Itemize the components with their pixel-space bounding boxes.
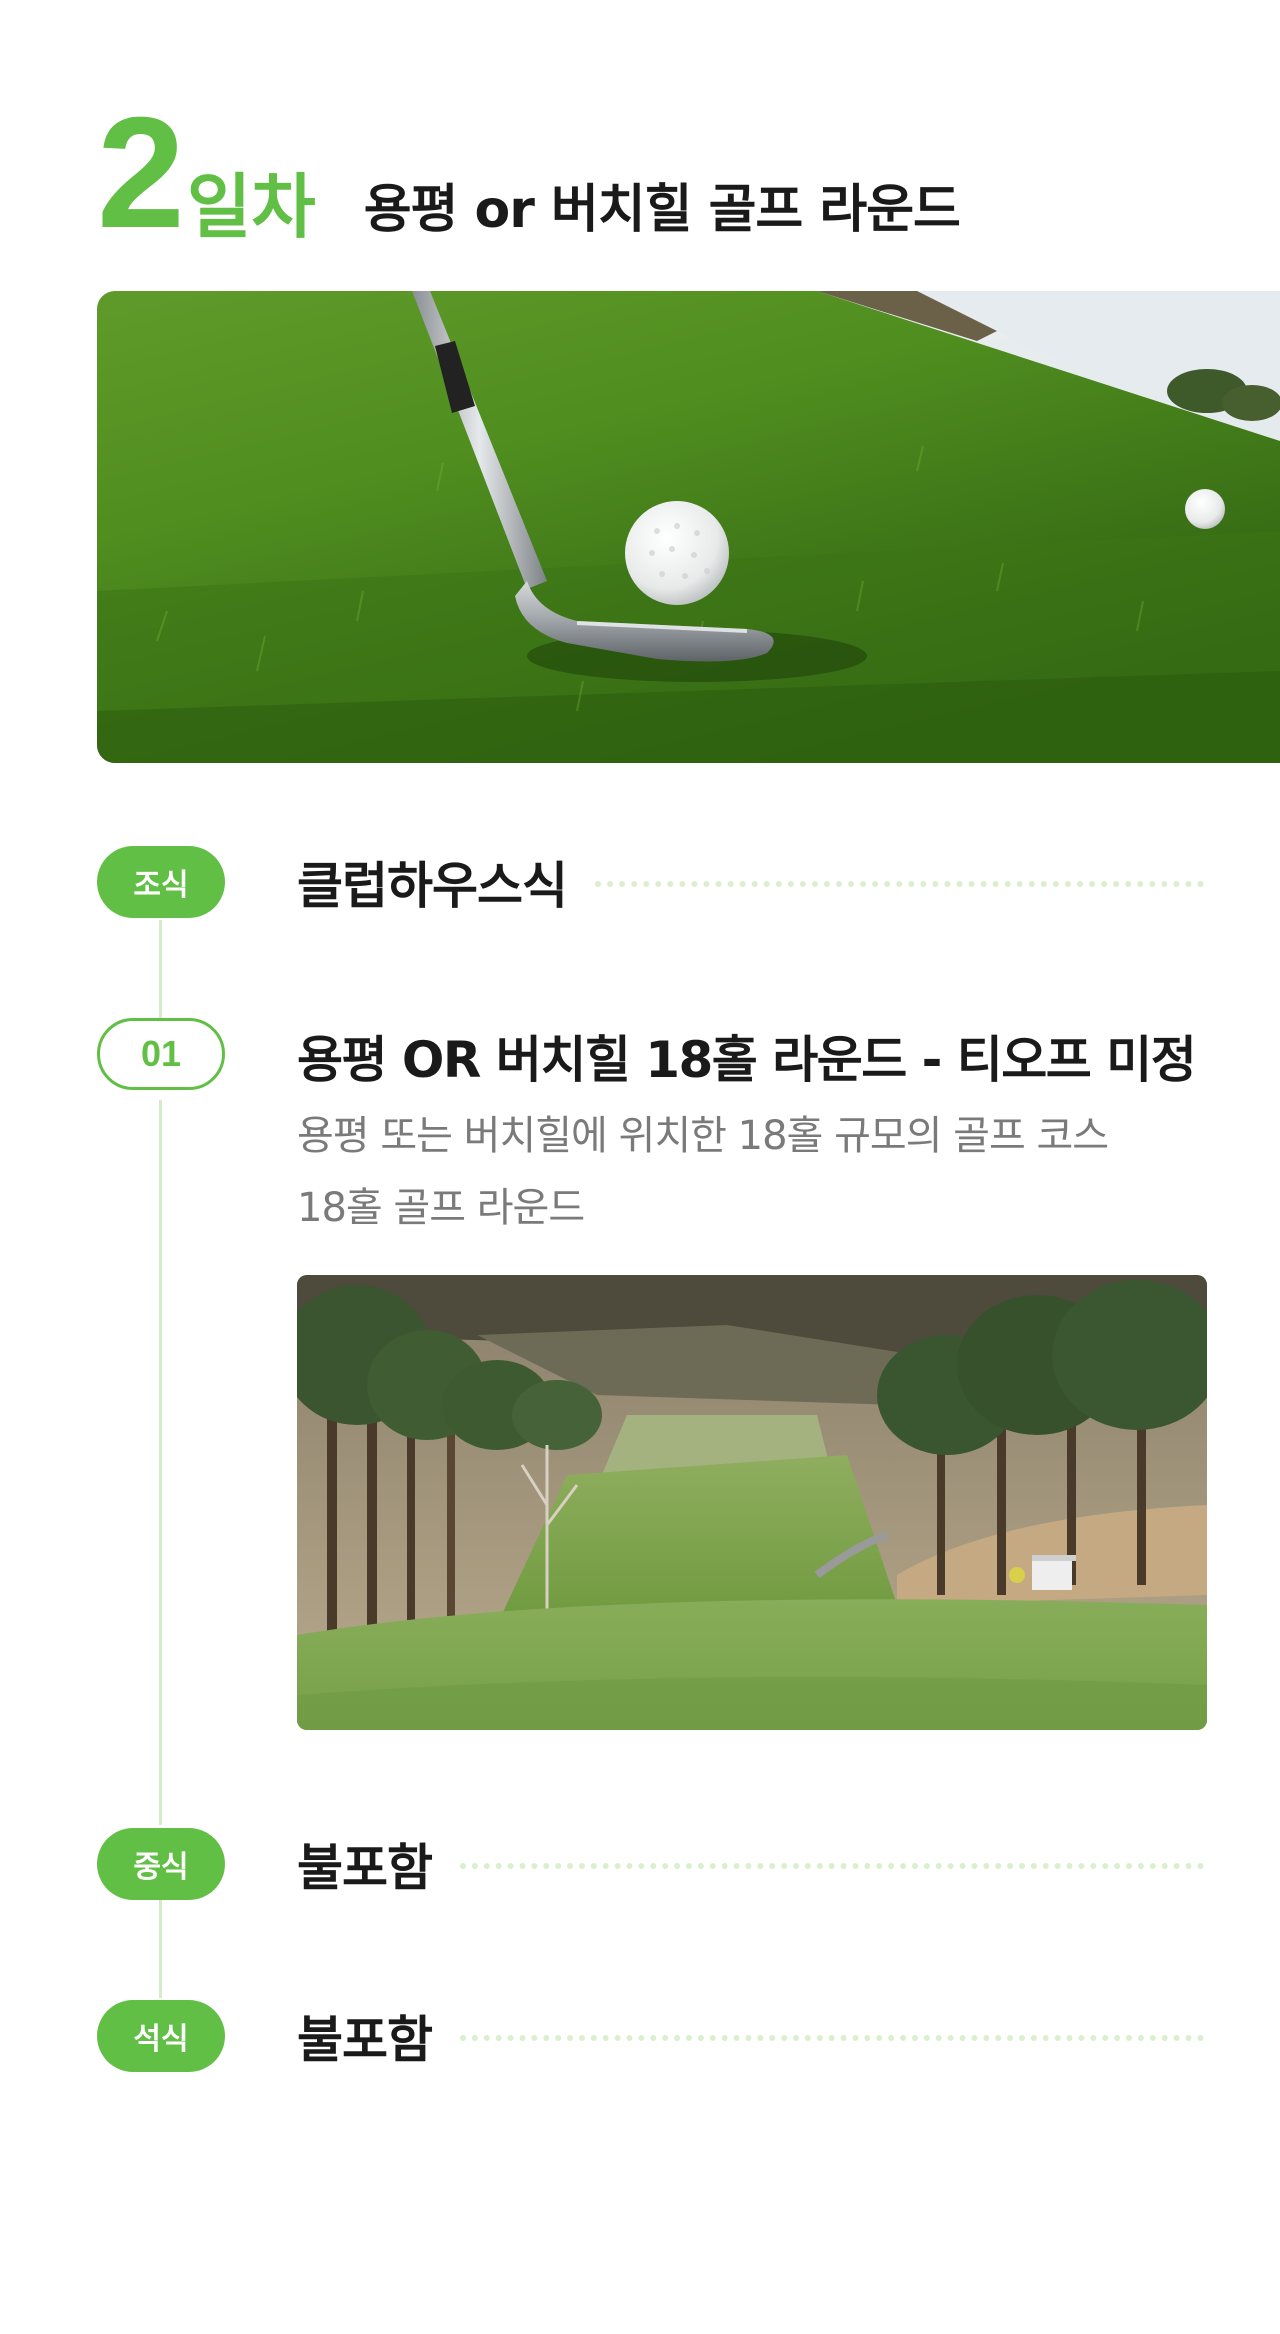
item-description: 용평 또는 버치힐에 위치한 18홀 규모의 골프 코스 18홀 골프 라운드 (297, 1100, 1217, 1244)
timeline-line-3 (159, 1900, 162, 1998)
timeline-line-1 (159, 920, 162, 1020)
lunch-badge: 중식 (97, 1828, 225, 1900)
golf-course-image (297, 1275, 1207, 1730)
day-number: 2 (97, 85, 185, 261)
golf-ball-club-photo (97, 291, 1280, 763)
day-unit: 일차 (186, 166, 316, 248)
dotted-leader (460, 1863, 1204, 1869)
day-header: 2 일차 용평 or 버치힐 골프 라운드 (97, 82, 961, 261)
lunch-row: 불포함 (297, 1828, 1204, 1900)
timeline-line-2 (159, 1100, 162, 1825)
hero-golf-image (97, 291, 1280, 763)
item-description-line1: 용평 또는 버치힐에 위치한 18홀 규모의 골프 코스 (297, 1113, 1109, 1159)
dinner-badge: 석식 (97, 2000, 225, 2072)
dotted-leader (460, 2035, 1204, 2041)
day-title: 용평 or 버치힐 골프 라운드 (363, 180, 961, 240)
item-title: 용평 OR 버치힐 18홀 라운드 - 티오프 미정 (297, 1031, 1197, 1089)
item-description-line2: 18홀 골프 라운드 (297, 1185, 585, 1231)
breakfast-badge: 조식 (97, 846, 225, 918)
dinner-row: 불포함 (297, 2000, 1204, 2072)
breakfast-row: 클럽하우스식 (297, 846, 1204, 918)
breakfast-label: 클럽하우스식 (297, 857, 568, 915)
dotted-leader (595, 881, 1204, 887)
item-number-badge: 01 (97, 1018, 225, 1090)
lunch-label: 불포함 (297, 1839, 433, 1897)
golf-course-fairway-photo (297, 1275, 1207, 1730)
dinner-label: 불포함 (297, 2011, 433, 2069)
